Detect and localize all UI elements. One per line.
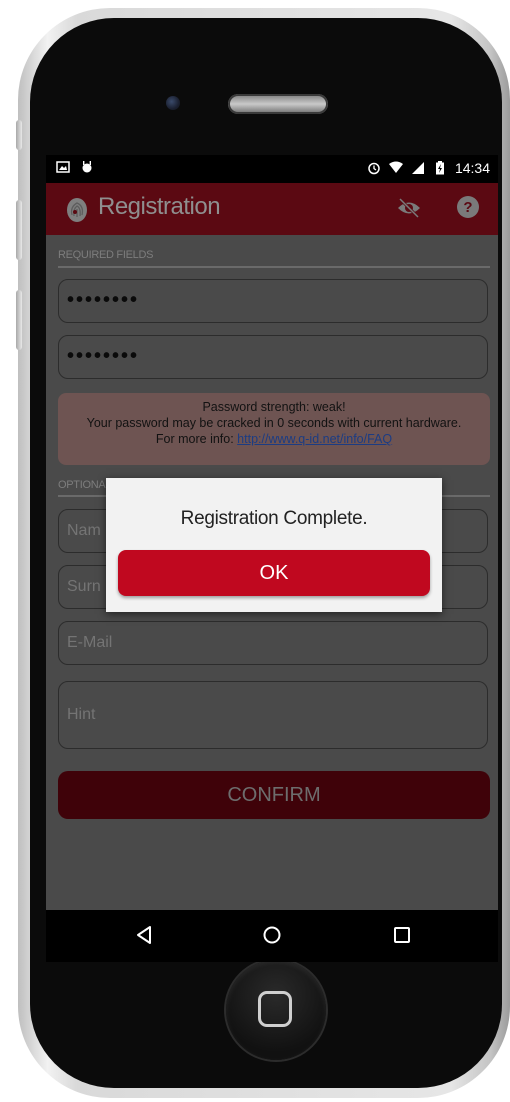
- status-bar: 14:34: [46, 155, 498, 183]
- ok-button[interactable]: OK: [118, 550, 430, 596]
- hide-password-eye-icon[interactable]: [396, 197, 422, 219]
- required-fields-label: REQUIRED FIELDS: [58, 249, 154, 261]
- faq-link[interactable]: http://www.q-id.net/info/FAQ: [237, 432, 392, 446]
- warning-line-strength: Password strength: weak!: [202, 400, 346, 414]
- home-circle-icon[interactable]: [261, 924, 283, 946]
- password-field[interactable]: ••••••••: [58, 279, 488, 323]
- confirm-button[interactable]: CONFIRM: [58, 771, 490, 819]
- screenshot-notification-icon: [56, 161, 70, 173]
- navigation-bar: [46, 910, 498, 962]
- password-value: ••••••••: [67, 289, 140, 311]
- fingerprint-logo-icon: [67, 198, 87, 222]
- registration-complete-dialog: Registration Complete. OK: [106, 478, 442, 612]
- hint-placeholder: Hint: [67, 706, 96, 723]
- app-title: Registration: [98, 193, 221, 220]
- optional-fields-label: OPTIONAL: [58, 479, 112, 491]
- status-left: [56, 160, 94, 174]
- alarm-icon: [368, 162, 380, 175]
- volume-down-button: [16, 290, 22, 350]
- email-field[interactable]: E-Mail: [58, 621, 488, 665]
- back-icon[interactable]: [134, 924, 156, 946]
- warning-info-prefix: For more info:: [155, 432, 238, 446]
- front-camera: [166, 96, 180, 110]
- surname-placeholder: Surn: [67, 578, 101, 595]
- name-placeholder: Nam: [67, 522, 101, 539]
- android-debug-icon: [82, 161, 92, 173]
- battery-charging-icon: [435, 161, 444, 175]
- warning-line-info: For more info: http://www.q-id.net/info/…: [58, 431, 490, 447]
- recent-apps-icon[interactable]: [391, 924, 413, 946]
- help-icon[interactable]: ?: [456, 195, 480, 219]
- wifi-icon: [388, 161, 403, 173]
- earpiece-speaker: [228, 94, 328, 114]
- svg-text:?: ?: [463, 199, 472, 216]
- email-placeholder: E-Mail: [67, 634, 113, 651]
- required-section-divider: [58, 266, 490, 268]
- signal-icon: [411, 162, 424, 174]
- password-strength-warning: Password strength: weak! Your password m…: [58, 393, 490, 465]
- volume-up-button: [16, 200, 22, 260]
- mute-switch: [16, 120, 22, 150]
- status-right: 14:34: [367, 160, 490, 176]
- hint-field[interactable]: Hint: [58, 681, 488, 749]
- status-time: 14:34: [454, 160, 490, 176]
- home-button-icon: [258, 991, 292, 1027]
- confirm-password-field[interactable]: ••••••••: [58, 335, 488, 379]
- stage: 14:34 Registration ? REQUIRED FIELDS •••…: [0, 0, 510, 1102]
- confirm-password-value: ••••••••: [67, 345, 140, 367]
- app-bar: Registration ?: [46, 183, 498, 235]
- warning-line-crack-time: Your password may be cracked in 0 second…: [86, 416, 462, 430]
- dialog-message: Registration Complete.: [180, 508, 368, 529]
